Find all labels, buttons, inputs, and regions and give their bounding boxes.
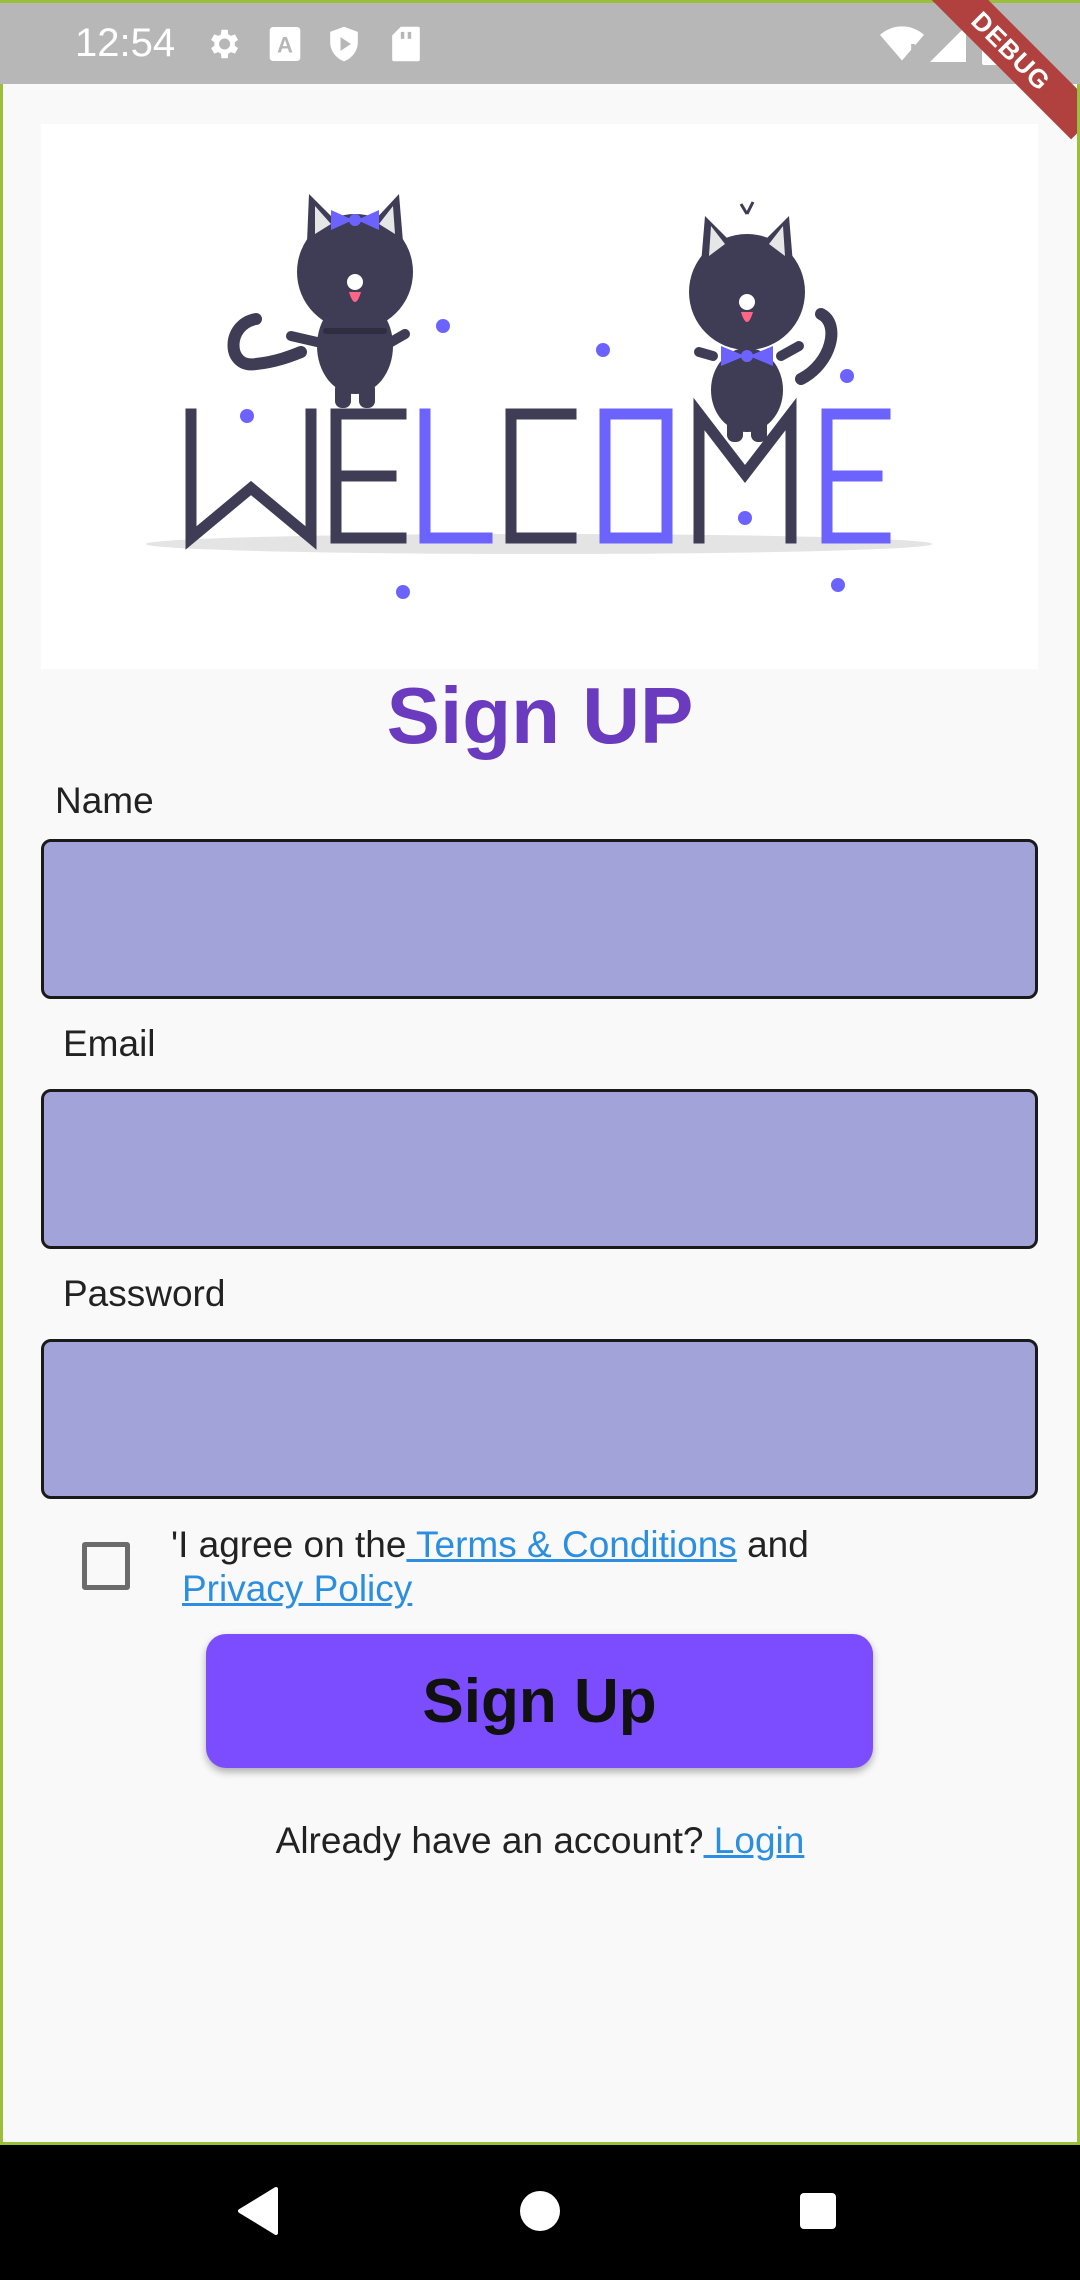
home-icon[interactable] bbox=[518, 2189, 562, 2238]
status-bar: 12:54 A DEBUG bbox=[0, 0, 1080, 140]
signal-icon bbox=[930, 25, 966, 68]
sign-up-button[interactable]: Sign Up bbox=[206, 1634, 873, 1768]
debug-banner: DEBUG bbox=[922, 0, 1080, 140]
shield-play-icon bbox=[326, 25, 362, 68]
wifi-icon bbox=[880, 25, 924, 68]
agree-and-text: and bbox=[736, 1524, 809, 1565]
privacy-policy-link[interactable]: Privacy Policy bbox=[182, 1568, 412, 1609]
recents-icon[interactable] bbox=[798, 2191, 838, 2236]
terms-conditions-link[interactable]: Terms & Conditions bbox=[406, 1524, 737, 1565]
password-input[interactable] bbox=[41, 1339, 1038, 1499]
agree-prefix-text: 'I agree on the bbox=[171, 1524, 407, 1565]
back-icon[interactable] bbox=[236, 2187, 280, 2240]
name-input[interactable] bbox=[41, 839, 1038, 999]
already-account-text: Already have an account? bbox=[275, 1820, 704, 1861]
welcome-illustration bbox=[41, 124, 1038, 669]
agree-text-line-2: Privacy Policy bbox=[182, 1568, 412, 1610]
status-time: 12:54 bbox=[75, 21, 176, 65]
email-input[interactable] bbox=[41, 1089, 1038, 1249]
agree-checkbox[interactable] bbox=[82, 1542, 130, 1590]
gear-icon bbox=[204, 25, 242, 68]
name-label: Name bbox=[55, 780, 154, 821]
agree-text-line-1: 'I agree on the Terms & Conditions and bbox=[171, 1524, 809, 1566]
password-label: Password bbox=[63, 1273, 226, 1314]
system-navigation-bar bbox=[0, 2145, 1080, 2280]
text-a-icon: A bbox=[268, 25, 302, 68]
cat-left-illustration bbox=[227, 194, 413, 408]
page-title: Sign UP bbox=[386, 671, 694, 760]
signup-screen: 12:54 A DEBUG Sign UP Name Email Passwor… bbox=[0, 0, 1080, 2280]
login-prompt: Already have an account? Login bbox=[0, 1820, 1080, 1862]
cat-right-illustration bbox=[689, 201, 838, 442]
sd-card-icon bbox=[390, 25, 422, 68]
login-link[interactable]: Login bbox=[704, 1820, 805, 1861]
welcome-lettering bbox=[185, 397, 891, 550]
email-label: Email bbox=[63, 1023, 156, 1064]
svg-text:A: A bbox=[277, 33, 293, 58]
